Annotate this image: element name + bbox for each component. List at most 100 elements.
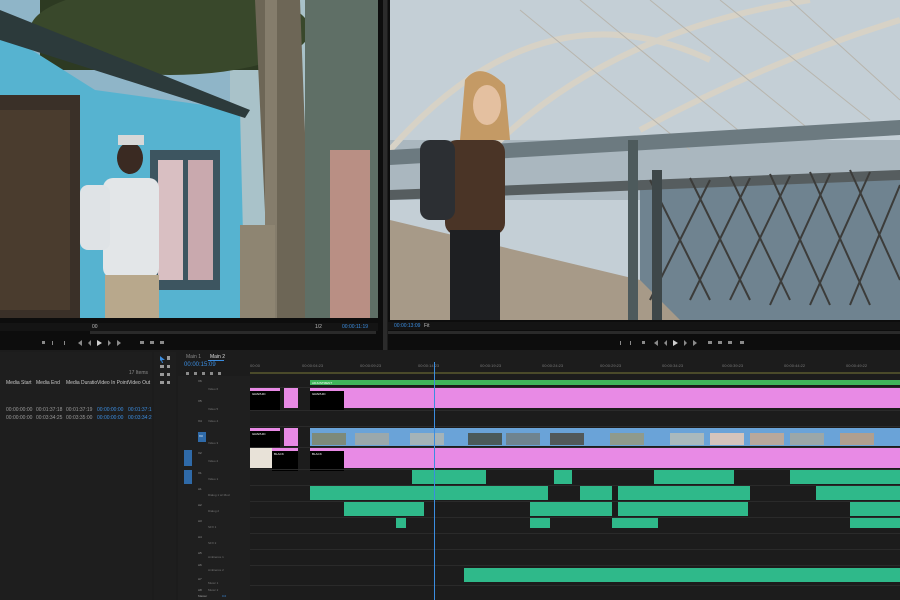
audio-clip[interactable]: [816, 486, 900, 500]
lift-icon[interactable]: [708, 341, 712, 344]
source-timecode-right[interactable]: 00:00:11:19: [342, 324, 368, 330]
program-scrub-bar[interactable]: 00:00:13:09 Fit: [388, 322, 900, 330]
step-back-icon[interactable]: [664, 340, 667, 346]
linked-selection-icon[interactable]: [202, 372, 205, 375]
play-icon[interactable]: [97, 340, 102, 346]
graphic-clip[interactable]: [284, 388, 298, 408]
track-header-a3[interactable]: A3 SFX 1: [178, 518, 250, 532]
track-header-v1[interactable]: V1 Video 1: [178, 470, 250, 484]
audio-clip[interactable]: [530, 502, 612, 516]
hand-icon[interactable]: [160, 381, 164, 384]
work-area-bar[interactable]: [250, 372, 900, 374]
track-header-a6[interactable]: A6 Ambience 2: [178, 562, 250, 574]
audio-clip[interactable]: [790, 470, 900, 484]
col-media-end[interactable]: Media End: [36, 380, 60, 386]
step-back-icon[interactable]: [88, 340, 91, 346]
marker-icon[interactable]: [64, 341, 65, 345]
nest-icon[interactable]: [186, 372, 189, 375]
step-forward-icon[interactable]: [108, 340, 111, 346]
track-header-a2[interactable]: A2 Dialog 2: [178, 502, 250, 516]
col-media-start[interactable]: Media Start: [6, 380, 32, 386]
audio-clip[interactable]: [580, 486, 612, 500]
program-monitor-video[interactable]: [390, 0, 900, 320]
time-ruler[interactable]: 00:00 00:00:04:23 00:00:09:23 00:00:14:2…: [250, 362, 900, 376]
source-timebar[interactable]: [90, 331, 376, 334]
graphic-clip[interactable]: [284, 428, 298, 446]
cell[interactable]: 00:00:00:00: [97, 407, 123, 413]
audio-clip[interactable]: [344, 502, 424, 516]
video-clip[interactable]: BLACK: [310, 448, 344, 471]
audio-clip[interactable]: [554, 470, 572, 484]
audio-clip[interactable]: [618, 502, 748, 516]
audio-clip[interactable]: [850, 518, 900, 528]
go-to-out-icon[interactable]: [117, 340, 121, 346]
graphic-clip[interactable]: [344, 388, 900, 408]
extract-icon[interactable]: [718, 341, 722, 344]
snap-icon[interactable]: [194, 372, 197, 375]
program-timecode[interactable]: 00:00:13:09: [394, 323, 420, 329]
marker-icon[interactable]: [642, 341, 645, 344]
audio-clip[interactable]: [310, 486, 548, 500]
audio-clip[interactable]: [618, 486, 750, 500]
add-marker-icon[interactable]: [210, 372, 213, 375]
source-patch-toggle[interactable]: [184, 470, 192, 484]
comparison-view-icon[interactable]: [740, 341, 744, 344]
video-clip[interactable]: [250, 448, 272, 468]
audio-clip[interactable]: [654, 470, 734, 484]
razor-icon[interactable]: [167, 365, 170, 368]
source-patch-toggle[interactable]: [184, 450, 192, 466]
graphic-clip[interactable]: GRAPHIC: [250, 428, 280, 449]
cell[interactable]: 00:03:34:2: [128, 415, 152, 421]
track-header-v3[interactable]: V3 Video 3: [178, 430, 250, 448]
track-header-v2[interactable]: V2 Video 2: [178, 450, 250, 468]
mark-out-icon[interactable]: [52, 341, 53, 345]
graphic-clip[interactable]: GRAPHIC: [250, 388, 280, 411]
col-media-duration[interactable]: Media Duratio: [66, 380, 97, 386]
adjustment-layer-clip[interactable]: ADJUSTMENT: [310, 380, 900, 385]
video-clip[interactable]: [310, 428, 900, 446]
selection-tool-icon[interactable]: [160, 356, 165, 363]
slip-icon[interactable]: [160, 373, 164, 376]
monitor-divider[interactable]: [383, 0, 387, 350]
source-monitor-video[interactable]: [0, 0, 378, 318]
table-row[interactable]: 00:00:00:00 00:03:34:25 00:03:35:00 00:0…: [0, 415, 152, 423]
audio-clip[interactable]: [412, 470, 486, 484]
type-icon[interactable]: [167, 381, 170, 384]
master-volume[interactable]: 0.0: [222, 594, 226, 598]
tab-main-1[interactable]: Main 1: [186, 354, 201, 360]
track-header-a7[interactable]: A7 Music 1: [178, 576, 250, 586]
timeline-timecode[interactable]: 00:00:15:09: [184, 362, 216, 368]
track-header-a5[interactable]: A5 Ambience 1: [178, 550, 250, 560]
ripple-edit-icon[interactable]: [160, 365, 164, 368]
track-header-a1[interactable]: A1 Dialog 1 w/ Mod: [178, 486, 250, 500]
insert-icon[interactable]: [140, 341, 144, 344]
pen-icon[interactable]: [167, 373, 170, 376]
track-header-v6[interactable]: V6 Video 6: [178, 378, 250, 396]
play-icon[interactable]: [673, 340, 678, 346]
mark-out-icon[interactable]: [630, 341, 631, 345]
mark-in-icon[interactable]: [620, 341, 621, 345]
go-to-in-icon[interactable]: [78, 340, 82, 346]
source-scrub-bar[interactable]: 00 1/2 00:00:11:19: [0, 323, 378, 331]
track-header-a4[interactable]: A4 SFX 2: [178, 534, 250, 548]
music-clip[interactable]: [464, 568, 900, 582]
go-to-in-icon[interactable]: [654, 340, 658, 346]
source-zoom[interactable]: 1/2: [315, 324, 322, 330]
track-select-icon[interactable]: [167, 356, 170, 360]
mark-in-icon[interactable]: [42, 341, 45, 344]
cell[interactable]: 00:00:00:00: [97, 415, 123, 421]
overwrite-icon[interactable]: [150, 341, 154, 344]
audio-clip[interactable]: [396, 518, 406, 528]
track-header-v5[interactable]: V5 Video 5: [178, 398, 250, 416]
playhead[interactable]: [434, 362, 435, 600]
track-header-v4[interactable]: V4 Video 4: [178, 418, 250, 428]
audio-clip[interactable]: [612, 518, 658, 528]
table-row[interactable]: 00:00:00:00 00:01:37:18 00:01:37:19 00:0…: [0, 407, 152, 415]
export-frame-icon[interactable]: [160, 341, 164, 344]
audio-clip[interactable]: [850, 502, 900, 516]
cell[interactable]: 00:01:37:1: [128, 407, 152, 413]
program-fit[interactable]: Fit: [424, 323, 430, 329]
graphic-clip[interactable]: GRAPHIC: [310, 388, 344, 411]
track-area[interactable]: ADJUSTMENT GRAPHIC GRAPHIC GRAPHIC BLACK…: [250, 362, 900, 600]
col-video-out[interactable]: Video Out: [128, 380, 150, 386]
